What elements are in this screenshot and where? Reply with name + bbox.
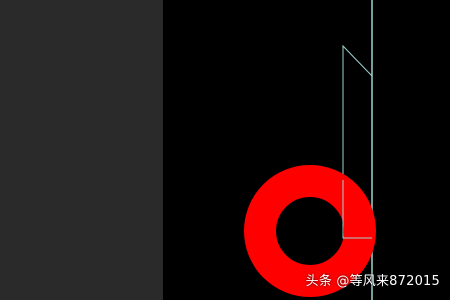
viewport-canvas[interactable]	[163, 0, 450, 300]
3d-viewport[interactable]	[163, 0, 450, 300]
red-ring-object[interactable]	[244, 165, 376, 297]
watermark: 头条 @等风来872015	[306, 270, 440, 289]
app-screen: 头条 @等风来872015	[0, 0, 450, 300]
side-panel	[0, 0, 163, 300]
watermark-text: 头条 @等风来872015	[305, 274, 440, 289]
